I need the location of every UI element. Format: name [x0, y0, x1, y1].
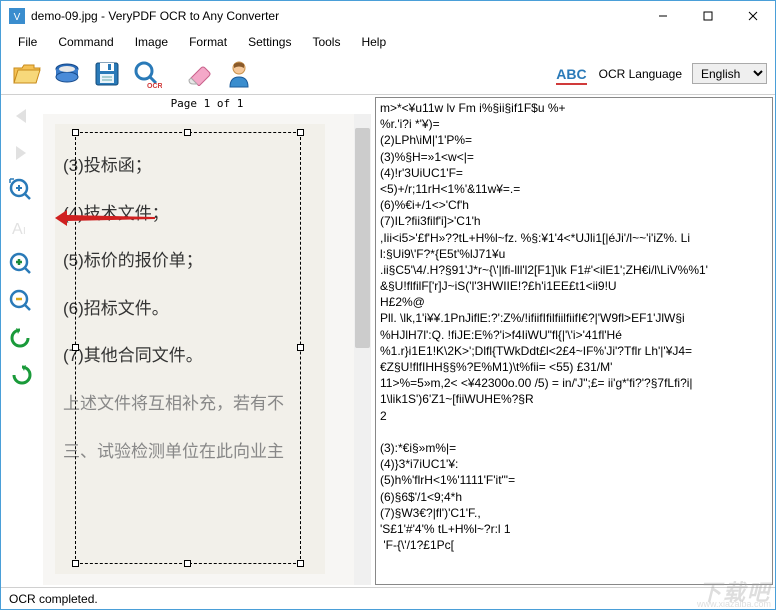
ocr-button[interactable]: OCR	[129, 56, 165, 92]
toolbar: OCR ABC OCR Language English	[1, 53, 775, 95]
ocr-result-panel	[373, 95, 775, 587]
annotation-arrow-icon	[55, 210, 155, 226]
eraser-button[interactable]	[181, 56, 217, 92]
page-indicator: Page 1 of 1	[41, 95, 373, 112]
rotate-right-button[interactable]	[4, 358, 38, 392]
ocr-text-output[interactable]	[375, 97, 773, 585]
menu-command[interactable]: Command	[49, 33, 122, 51]
side-toolbar: AI	[1, 95, 41, 587]
svg-text:V: V	[14, 12, 21, 23]
minimize-button[interactable]	[640, 1, 685, 30]
menu-help[interactable]: Help	[352, 33, 395, 51]
window-title: demo-09.jpg - VeryPDF OCR to Any Convert…	[31, 9, 640, 23]
svg-text:OCR: OCR	[147, 83, 162, 89]
zoom-out-button[interactable]	[4, 284, 38, 318]
language-select[interactable]: English	[692, 63, 767, 84]
status-text: OCR completed.	[9, 592, 98, 606]
document-image: (3)投标函； (4)技术文件； (5)标价的报价单； (6)招标文件。 (7)…	[55, 124, 325, 574]
menu-file[interactable]: File	[9, 33, 46, 51]
menu-image[interactable]: Image	[126, 33, 177, 51]
next-page-button[interactable]	[4, 136, 38, 170]
close-button[interactable]	[730, 1, 775, 30]
menu-tools[interactable]: Tools	[303, 33, 349, 51]
menu-format[interactable]: Format	[180, 33, 236, 51]
text-tool-button[interactable]: AI	[4, 210, 38, 244]
open-folder-button[interactable]	[9, 56, 45, 92]
vertical-scrollbar[interactable]	[354, 114, 371, 585]
rotate-left-button[interactable]	[4, 321, 38, 355]
zoom-fit-button[interactable]	[4, 173, 38, 207]
menubar: File Command Image Format Settings Tools…	[1, 31, 775, 53]
user-button[interactable]	[221, 56, 257, 92]
titlebar: V demo-09.jpg - VeryPDF OCR to Any Conve…	[1, 1, 775, 31]
maximize-button[interactable]	[685, 1, 730, 30]
image-panel: Page 1 of 1 (3)投标函； (4)技术文件； (5)标价的报价单； …	[41, 95, 373, 587]
zoom-in-button[interactable]	[4, 247, 38, 281]
menu-settings[interactable]: Settings	[239, 33, 300, 51]
ocr-language-label: OCR Language	[599, 67, 682, 81]
app-icon: V	[9, 8, 25, 24]
svg-text:A: A	[12, 221, 23, 238]
svg-text:I: I	[23, 226, 26, 237]
abc-spellcheck-icon: ABC	[556, 66, 586, 82]
prev-page-button[interactable]	[4, 99, 38, 133]
statusbar: OCR completed.	[1, 587, 775, 609]
scan-button[interactable]	[49, 56, 85, 92]
save-button[interactable]	[89, 56, 125, 92]
document-viewport[interactable]: (3)投标函； (4)技术文件； (5)标价的报价单； (6)招标文件。 (7)…	[43, 114, 371, 585]
